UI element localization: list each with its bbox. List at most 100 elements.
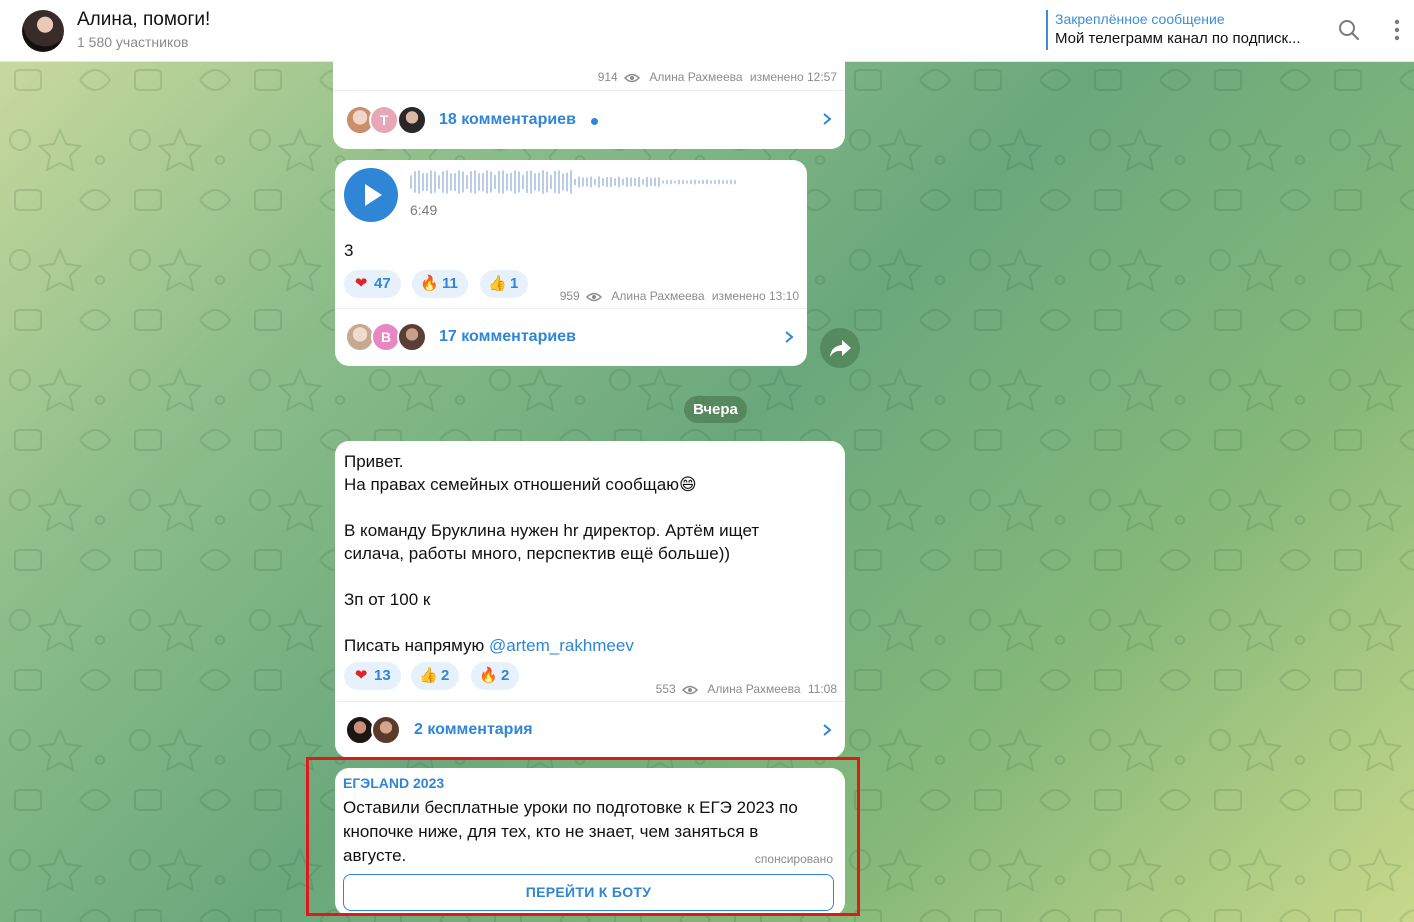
highlight-frame bbox=[306, 757, 860, 916]
chat-header: Алина, помоги! 1 580 участников Закреплё… bbox=[0, 0, 1414, 62]
pinned-message-text: Мой телеграмм канал по подписк... bbox=[1055, 30, 1301, 47]
waveform-bar bbox=[514, 170, 516, 194]
waveform-bar bbox=[594, 178, 596, 186]
member-count: 1 580 участников bbox=[77, 34, 189, 50]
eye-icon bbox=[681, 685, 699, 695]
waveform-bar bbox=[454, 172, 456, 192]
waveform-bar bbox=[502, 170, 504, 194]
comments-link[interactable]: 2 комментария bbox=[335, 701, 845, 758]
comments-count: 2 комментария bbox=[414, 721, 533, 738]
waveform-bar bbox=[458, 170, 460, 194]
reaction-thumbs-up[interactable]: 👍 1 bbox=[480, 270, 529, 298]
waveform-bar bbox=[582, 177, 584, 187]
more-menu-icon[interactable] bbox=[1385, 18, 1409, 42]
comments-link[interactable]: B 17 комментариев bbox=[335, 308, 807, 366]
reaction-count: 1 bbox=[510, 275, 519, 292]
message-meta: 914 Алина Рахмеева изменено 12:57 bbox=[598, 70, 837, 84]
forward-button[interactable] bbox=[820, 328, 860, 368]
waveform-bar bbox=[658, 177, 660, 187]
waveform-bar bbox=[478, 173, 480, 191]
commenter-avatar bbox=[397, 105, 427, 135]
edited-time: изменено 12:57 bbox=[749, 70, 837, 84]
message-bubble[interactable]: Привет. На правах семейных отношений соо… bbox=[335, 441, 845, 758]
unread-dot bbox=[591, 118, 598, 125]
edited-time: изменено 13:10 bbox=[711, 289, 799, 303]
waveform-bar bbox=[638, 176, 640, 188]
waveform-bar bbox=[694, 179, 696, 185]
waveform-bar bbox=[438, 174, 440, 190]
waveform-bar bbox=[670, 179, 672, 185]
waveform-bar bbox=[678, 179, 680, 185]
reaction-thumbs-up[interactable]: 👍 2 bbox=[411, 662, 460, 690]
waveform-bar bbox=[498, 170, 500, 194]
message-line: Зп от 100 к bbox=[344, 590, 431, 609]
comments-link[interactable]: T 18 комментариев bbox=[333, 90, 845, 149]
reaction-fire[interactable]: 🔥 11 bbox=[412, 270, 468, 298]
waveform-bar bbox=[486, 170, 488, 194]
reaction-count: 13 bbox=[374, 667, 391, 684]
waveform-bar bbox=[554, 170, 556, 194]
reaction-count: 47 bbox=[374, 275, 391, 292]
heart-icon: ❤ bbox=[354, 275, 368, 292]
fire-icon: 🔥 bbox=[420, 275, 439, 292]
message-line bbox=[344, 611, 759, 634]
waveform-bar bbox=[730, 179, 732, 185]
waveform-bar bbox=[522, 174, 524, 190]
waveform-bar bbox=[686, 180, 688, 184]
waveform-bar bbox=[590, 176, 592, 188]
comments-count: 18 комментариев bbox=[439, 111, 576, 128]
waveform-bar bbox=[618, 176, 620, 188]
waveform-bar bbox=[734, 179, 736, 185]
waveform-bar bbox=[430, 170, 432, 194]
waveform-bar bbox=[610, 176, 612, 188]
waveform-bar bbox=[474, 170, 476, 194]
message-meta: 553 Алина Рахмеева 11:08 bbox=[656, 682, 837, 696]
date-separator: Вчера bbox=[684, 396, 747, 423]
waveform-bar bbox=[470, 170, 472, 194]
reaction-count: 11 bbox=[442, 275, 458, 292]
waveform-bar bbox=[586, 177, 588, 187]
waveform-bar bbox=[642, 178, 644, 186]
message-line bbox=[344, 496, 759, 519]
waveform-bar bbox=[698, 180, 700, 184]
message-bubble[interactable]: 914 Алина Рахмеева изменено 12:57 T 18 к… bbox=[333, 56, 845, 149]
waveform-bar bbox=[570, 170, 572, 194]
waveform-bar bbox=[718, 179, 720, 185]
chat-avatar[interactable] bbox=[22, 10, 64, 52]
waveform-bar bbox=[462, 171, 464, 193]
mention-link[interactable]: @artem_rakhmeev bbox=[489, 636, 634, 655]
play-button[interactable] bbox=[344, 168, 398, 222]
waveform-bar bbox=[630, 177, 632, 187]
waveform-bar bbox=[722, 179, 724, 185]
chat-title[interactable]: Алина, помоги! bbox=[77, 9, 210, 31]
reaction-heart[interactable]: ❤ 13 bbox=[344, 662, 401, 690]
heart-icon: ❤ bbox=[354, 667, 368, 684]
waveform-bar bbox=[626, 176, 628, 188]
waveform-bar bbox=[446, 170, 448, 194]
waveform-bar bbox=[422, 172, 424, 192]
waveform-bar bbox=[578, 176, 580, 188]
waveform-bar bbox=[602, 177, 604, 187]
search-icon[interactable] bbox=[1337, 18, 1361, 42]
voice-duration: 6:49 bbox=[410, 202, 438, 218]
waveform-bar bbox=[646, 176, 648, 188]
pinned-message-title: Закреплённое сообщение bbox=[1055, 11, 1225, 27]
waveform-bar bbox=[606, 176, 608, 188]
waveform-bar bbox=[482, 172, 484, 192]
waveform-bar bbox=[690, 179, 692, 185]
voice-message-bubble[interactable]: 6:49 3 ❤ 47 🔥 11 👍 1 959 Алина Рахмеева изм… bbox=[335, 160, 807, 366]
waveform-bar bbox=[526, 170, 528, 194]
message-line: В команду Бруклина нужен hr директор. Ар… bbox=[344, 521, 760, 540]
waveform-bar bbox=[410, 175, 412, 189]
author-signature: Алина Рахмеева bbox=[649, 70, 743, 84]
waveform-bar bbox=[654, 177, 656, 187]
voice-waveform[interactable] bbox=[410, 168, 740, 196]
waveform-bar bbox=[450, 172, 452, 192]
pinned-message[interactable]: Закреплённое сообщение Мой телеграмм кан… bbox=[1046, 10, 1325, 50]
reaction-heart[interactable]: ❤ 47 bbox=[344, 270, 401, 298]
waveform-bar bbox=[650, 177, 652, 187]
reaction-fire[interactable]: 🔥 2 bbox=[471, 662, 520, 690]
message-line bbox=[344, 565, 759, 588]
waveform-bar bbox=[710, 180, 712, 184]
waveform-bar bbox=[662, 180, 664, 184]
